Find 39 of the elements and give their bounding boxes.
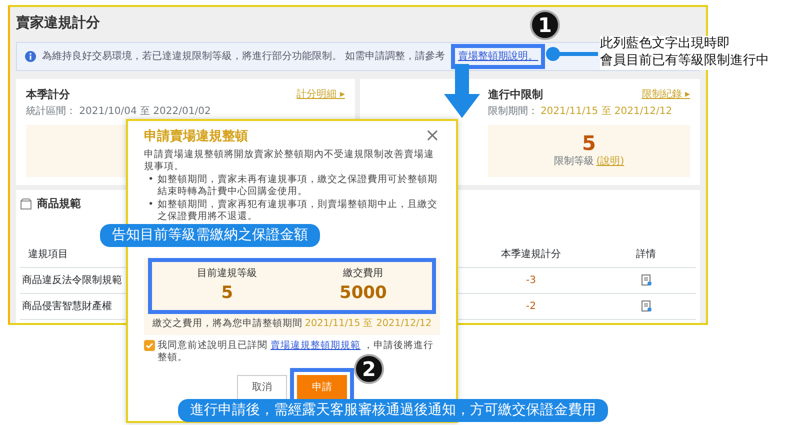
page-title: 賣家違規計分: [16, 14, 100, 33]
annotation-text: 此列藍色文字出現時即 會員目前已有等級限制進行中: [600, 36, 769, 70]
close-button[interactable]: ×: [424, 127, 440, 145]
fee-label: 繳交費用: [342, 266, 384, 281]
level-label: 限制等級: [554, 154, 594, 169]
period-label: 限制期間：: [488, 104, 538, 118]
restriction-log-link[interactable]: 限制紀錄 ▸: [642, 87, 690, 104]
bullet-text: 如整頓期間，賣家未再有違規事項，繳交之保證費用可於整頓期結束時轉為計費中心回購金使用。: [158, 174, 439, 199]
rules-link[interactable]: 賣場違規整頓期規範: [270, 340, 361, 351]
level-value: 5: [582, 132, 596, 154]
callout-banner: 進行申請後，需經露天客服審核通過後通知，方可繳交保證金費用: [178, 399, 608, 422]
fee-note: 繳交之費用，將為您申請整頓期間: [152, 318, 302, 331]
section-title: 商品規範: [37, 196, 81, 212]
dialog-title: 申請賣場違規整頓: [144, 128, 248, 146]
cancel-button[interactable]: 取消: [237, 374, 287, 400]
help-link[interactable]: (說明): [596, 154, 624, 169]
level-value: 5: [220, 282, 234, 305]
notice-text: 為維持良好交易環境，若已達違規限制等級，將進行部分功能限制。 如需申請調整，請參考: [42, 50, 446, 64]
table-cell: -2: [526, 301, 536, 312]
table-cell: -3: [526, 275, 536, 286]
table-cell: 商品侵害智慧財產權: [22, 301, 112, 312]
score-detail-link[interactable]: 計分明細 ▸: [296, 87, 345, 104]
bullet-marker: •: [148, 198, 154, 212]
period-text: 統計區間： 2021/10/04 至 2022/01/02: [26, 104, 212, 118]
card-title: 本季計分: [26, 87, 70, 103]
callout-banner: 告知目前等級需繳納之保證金額: [100, 224, 320, 247]
table-cell: 商品違反法令限制規範: [22, 275, 122, 286]
column-header: 違規項目: [28, 249, 68, 260]
bullet-marker: •: [148, 174, 154, 187]
bullet-text: 如整頓期間，賣家再犯有違規事項，則賣場整頓期中止，且繳交之保證費用將不退還。: [158, 198, 439, 224]
period-dates: 2021/11/15 至 2021/12/12: [540, 104, 672, 118]
period-dates: 2021/11/15 至 2021/12/12: [304, 318, 432, 331]
column-header: 詳情: [636, 249, 656, 260]
fee-value: 5000: [339, 282, 387, 305]
card-title: 進行中限制: [488, 87, 543, 103]
notice-link[interactable]: 賣場整頓期說明。: [458, 51, 538, 62]
intro-text: 申請賣場違規整頓將開放賣家於整頓期內不受違規限制改善賣場違規事項。: [144, 149, 435, 174]
level-label: 目前違規等級: [197, 266, 258, 281]
column-header: 本季違規計分: [501, 249, 561, 260]
